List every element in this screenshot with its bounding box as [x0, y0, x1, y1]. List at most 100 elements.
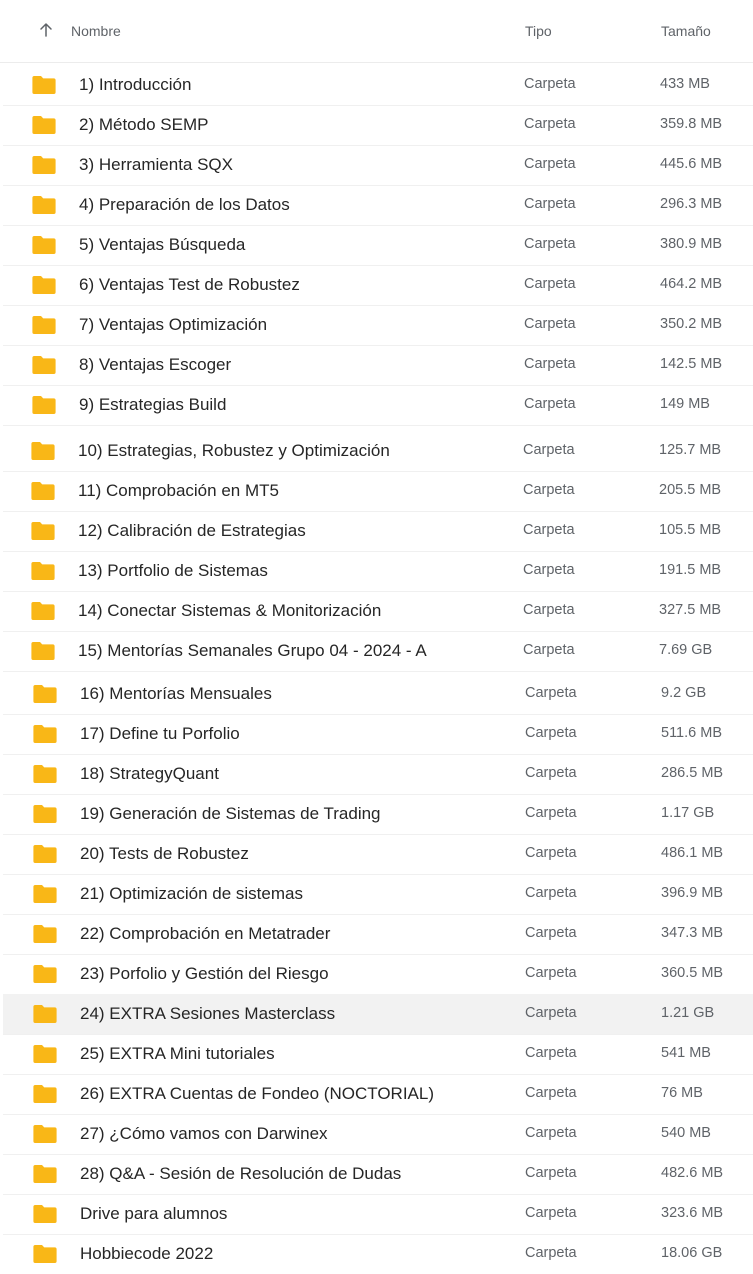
- file-name: 7) Ventajas Optimización: [79, 315, 268, 334]
- file-name: 8) Ventajas Escoger: [79, 355, 232, 374]
- folder-icon: [33, 1125, 57, 1143]
- file-name: Hobbiecode 2022: [80, 1244, 214, 1263]
- file-size: 396.9 MB: [661, 885, 724, 901]
- file-name: 23) Porfolio y Gestión del Riesgo: [80, 964, 329, 983]
- folder-icon: [31, 562, 55, 580]
- file-name: 1) Introducción: [79, 75, 192, 94]
- file-name: 28) Q&A - Sesión de Resolución de Dudas: [80, 1164, 402, 1183]
- file-row[interactable]: 18) StrategyQuant Carpeta 286.5 MB: [3, 754, 753, 795]
- file-type: Carpeta: [525, 1165, 577, 1181]
- folder-icon: [32, 196, 56, 214]
- column-header-size[interactable]: Tamaño: [661, 23, 711, 39]
- file-size: 296.3 MB: [660, 196, 723, 212]
- file-name: 18) StrategyQuant: [80, 764, 219, 783]
- file-size: 541 MB: [661, 1045, 711, 1061]
- file-row[interactable]: 26) EXTRA Cuentas de Fondeo (NOCTORIAL) C…: [3, 1074, 753, 1115]
- file-row[interactable]: 5) Ventajas Búsqueda Carpeta 380.9 MB: [3, 225, 753, 266]
- folder-icon: [33, 885, 57, 903]
- file-row[interactable]: 11) Comprobación en MT5 Carpeta 205.5 MB: [3, 471, 753, 512]
- folder-icon: [33, 685, 57, 703]
- file-name: 9) Estrategias Build: [79, 395, 227, 414]
- file-row[interactable]: 22) Comprobación en Metatrader Carpeta 347…: [3, 914, 753, 955]
- file-size: 191.5 MB: [659, 562, 722, 578]
- folder-icon: [32, 356, 56, 374]
- file-type: Carpeta: [524, 196, 576, 212]
- file-row[interactable]: 4) Preparación de los Datos Carpeta 296.3 …: [3, 185, 753, 226]
- folder-icon: [32, 76, 56, 94]
- file-size: 482.6 MB: [661, 1165, 724, 1181]
- folder-icon: [32, 236, 56, 254]
- file-type: Carpeta: [524, 76, 576, 92]
- file-row[interactable]: 23) Porfolio y Gestión del Riesgo Carpeta…: [3, 954, 753, 995]
- file-row[interactable]: 15) Mentorías Semanales Grupo 04 - 2024 …: [3, 631, 753, 672]
- folder-icon: [32, 116, 56, 134]
- file-name: 5) Ventajas Búsqueda: [79, 235, 246, 254]
- file-size: 286.5 MB: [661, 765, 724, 781]
- file-row[interactable]: 9) Estrategias Build Carpeta 149 MB: [3, 385, 753, 426]
- file-row[interactable]: 8) Ventajas Escoger Carpeta 142.5 MB: [3, 345, 753, 386]
- file-size: 359.8 MB: [660, 116, 723, 132]
- file-row[interactable]: 25) EXTRA Mini tutoriales Carpeta 541 MB: [3, 1034, 753, 1075]
- file-row[interactable]: 2) Método SEMP Carpeta 359.8 MB: [3, 105, 753, 146]
- file-name: 20) Tests de Robustez: [80, 844, 249, 863]
- column-header-type[interactable]: Tipo: [525, 23, 552, 39]
- file-row[interactable]: 12) Calibración de Estrategias Carpeta 105…: [3, 511, 753, 552]
- file-row[interactable]: 20) Tests de Robustez Carpeta 486.1 MB: [3, 834, 753, 875]
- file-type: Carpeta: [524, 316, 576, 332]
- file-size: 350.2 MB: [660, 316, 723, 332]
- file-row[interactable]: 24) EXTRA Sesiones Masterclass Carpeta 1.2…: [3, 994, 753, 1035]
- list-header: Nombre Tipo Tamaño: [0, 0, 753, 63]
- file-row[interactable]: Drive para alumnos Carpeta 323.6 MB: [3, 1194, 753, 1235]
- file-name: 10) Estrategias, Robustez y Optimización: [78, 441, 390, 460]
- file-name: 6) Ventajas Test de Robustez: [79, 275, 300, 294]
- file-type: Carpeta: [525, 925, 577, 941]
- file-type: Carpeta: [525, 1045, 577, 1061]
- file-name: 27) ¿Cómo vamos con Darwinex: [80, 1124, 328, 1143]
- file-row[interactable]: 17) Define tu Porfolio Carpeta 511.6 MB: [3, 714, 753, 755]
- folder-icon: [33, 925, 57, 943]
- folder-icon: [32, 276, 56, 294]
- file-type: Carpeta: [525, 885, 577, 901]
- file-row[interactable]: Hobbiecode 2022 Carpeta 18.06 GB: [3, 1234, 753, 1274]
- file-type: Carpeta: [525, 685, 577, 701]
- file-size: 205.5 MB: [659, 482, 722, 498]
- file-row[interactable]: 21) Optimización de sistemas Carpeta 396.9…: [3, 874, 753, 915]
- file-row[interactable]: 28) Q&A - Sesión de Resolución de Dudas C…: [3, 1154, 753, 1195]
- folder-icon: [33, 1205, 57, 1223]
- file-size: 105.5 MB: [659, 522, 722, 538]
- arrow-up-icon[interactable]: [37, 21, 55, 39]
- file-type: Carpeta: [525, 1005, 577, 1021]
- file-row[interactable]: 19) Generación de Sistemas de Trading Car…: [3, 794, 753, 835]
- file-row[interactable]: 1) Introducción Carpeta 433 MB: [3, 65, 753, 106]
- file-size: 18.06 GB: [661, 1245, 723, 1261]
- file-size: 464.2 MB: [660, 276, 723, 292]
- file-row[interactable]: 16) Mentorías Mensuales Carpeta 9.2 GB: [3, 674, 753, 715]
- file-row[interactable]: 13) Portfolio de Sistemas Carpeta 191.5 MB: [3, 551, 753, 592]
- file-name: 26) EXTRA Cuentas de Fondeo (NOCTORIAL): [80, 1084, 435, 1103]
- file-size: 149 MB: [660, 396, 710, 412]
- file-type: Carpeta: [524, 276, 576, 292]
- file-row[interactable]: 27) ¿Cómo vamos con Darwinex Carpeta 540 M…: [3, 1114, 753, 1155]
- file-name: 25) EXTRA Mini tutoriales: [80, 1044, 275, 1063]
- file-row[interactable]: 6) Ventajas Test de Robustez Carpeta 464.2…: [3, 265, 753, 306]
- file-row[interactable]: 10) Estrategias, Robustez y Optimización…: [3, 431, 753, 472]
- file-row[interactable]: 7) Ventajas Optimización Carpeta 350.2 MB: [3, 305, 753, 346]
- file-size: 76 MB: [661, 1085, 703, 1101]
- file-name: 14) Conectar Sistemas & Monitorización: [78, 601, 382, 620]
- file-type: Carpeta: [524, 356, 576, 372]
- file-size: 445.6 MB: [660, 156, 723, 172]
- file-size: 1.21 GB: [661, 1005, 715, 1021]
- file-name: 22) Comprobación en Metatrader: [80, 924, 331, 943]
- file-size: 323.6 MB: [661, 1205, 724, 1221]
- file-name: Drive para alumnos: [80, 1204, 228, 1223]
- file-size: 347.3 MB: [661, 925, 724, 941]
- file-type: Carpeta: [523, 642, 575, 658]
- file-type: Carpeta: [523, 522, 575, 538]
- file-row[interactable]: 3) Herramienta SQX Carpeta 445.6 MB: [3, 145, 753, 186]
- folder-icon: [33, 1085, 57, 1103]
- column-header-name[interactable]: Nombre: [71, 23, 121, 39]
- file-type: Carpeta: [524, 116, 576, 132]
- file-name: 13) Portfolio de Sistemas: [78, 561, 268, 580]
- file-row[interactable]: 14) Conectar Sistemas & Monitorización Ca…: [3, 591, 753, 632]
- file-size: 7.69 GB: [659, 642, 713, 658]
